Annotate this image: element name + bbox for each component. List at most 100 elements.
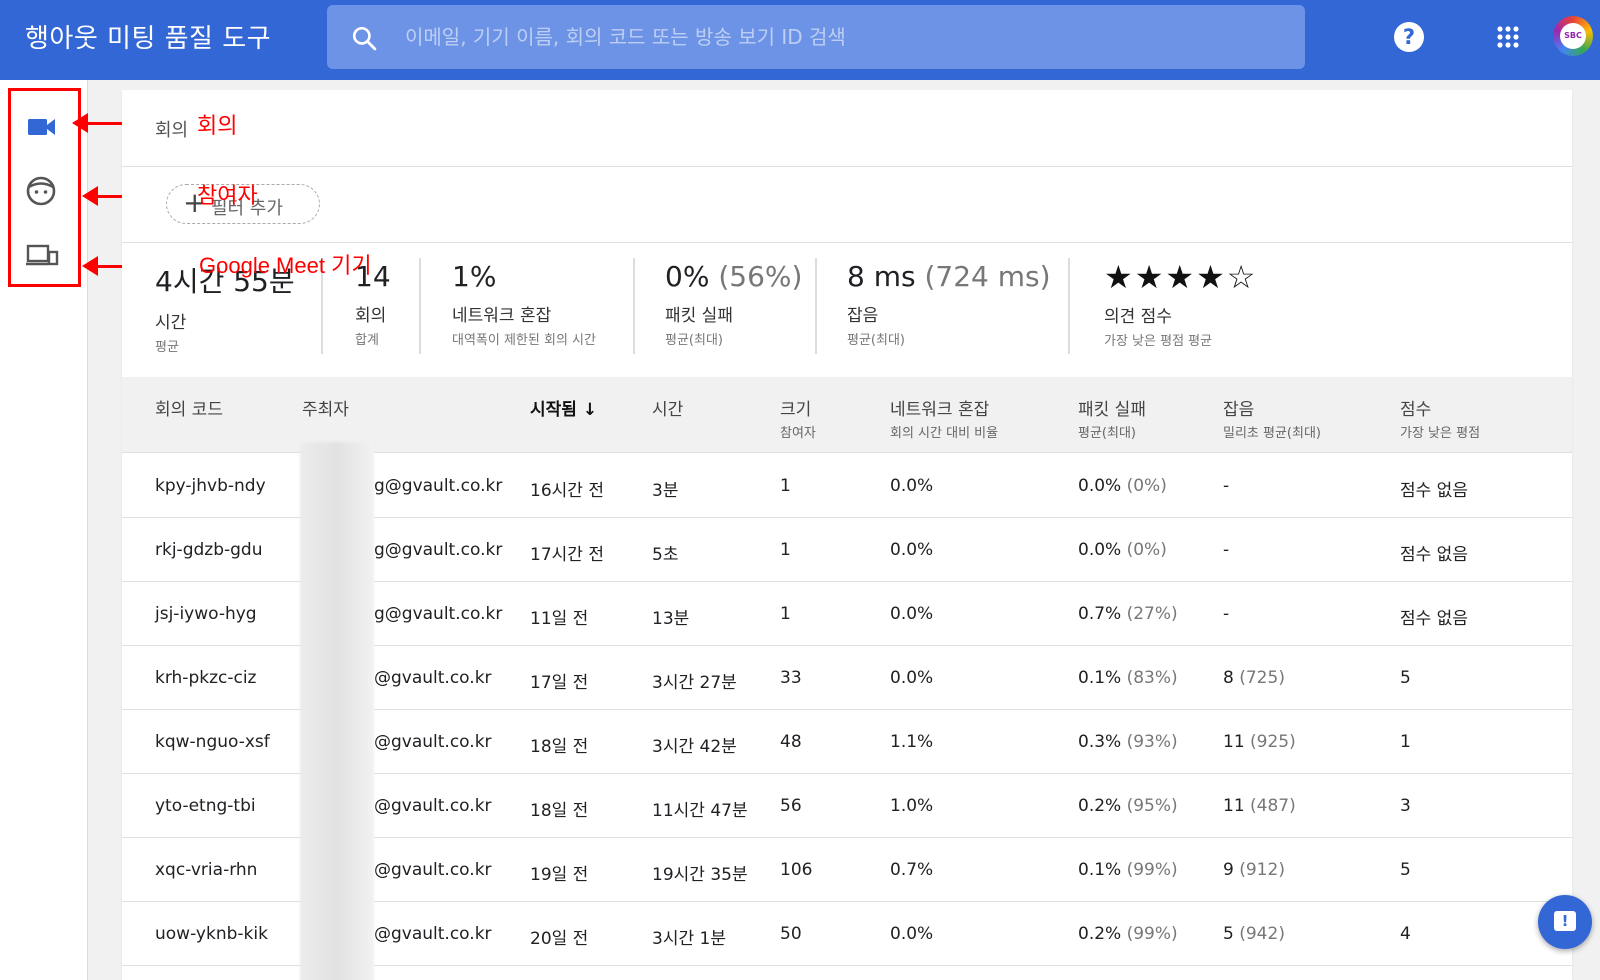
stat-packet-loss: 0% (56%) 패킷 실패 평균(최대): [665, 260, 802, 348]
cell-congestion: 0.0%: [890, 476, 933, 496]
cell-host: @gvault.co.kr: [374, 732, 492, 752]
stat-caption: 대역폭이 제한된 회의 시간: [452, 333, 596, 348]
cell-started-value: 20일 전: [530, 929, 589, 949]
cell-jitter: -: [1223, 476, 1229, 496]
cell-packet: 0.0% (0%): [1078, 476, 1167, 496]
cell-started-value: 18일 전: [530, 801, 589, 821]
cell-jitter: -: [1223, 604, 1229, 624]
cell-duration: 13분: [652, 604, 689, 629]
cell-score-value: 점수 없음: [1400, 481, 1468, 501]
avatar[interactable]: SBC: [1553, 16, 1593, 56]
feedback-button[interactable]: !: [1538, 895, 1592, 949]
stat-divider: [419, 258, 421, 354]
star-rating-icon: ★★★★☆: [1104, 258, 1258, 296]
cell-jitter: 11 (487): [1223, 796, 1296, 816]
cell-size-value: 56: [780, 796, 802, 816]
cell-congestion: 0.0%: [890, 604, 933, 624]
column-header-duration[interactable]: 시간: [652, 395, 683, 420]
cell-host-value: @gvault.co.kr: [374, 668, 492, 688]
cell-packet-value: 0.7%: [1078, 604, 1122, 624]
cell-congestion-value: 0.0%: [890, 668, 934, 688]
redacted-host-names: [300, 442, 374, 980]
cell-host-value: @gvault.co.kr: [374, 860, 492, 880]
cell-host-value: g@gvault.co.kr: [374, 476, 503, 496]
cell-code: krh-pkzc-ciz: [155, 668, 256, 688]
column-header-started[interactable]: 시작됨 ↓: [530, 395, 597, 420]
cell-score-value: 점수 없음: [1400, 609, 1468, 629]
cell-congestion-value: 0.0%: [890, 924, 934, 944]
search-icon[interactable]: [351, 25, 377, 51]
cell-packet: 0.0% (0%): [1078, 540, 1167, 560]
cell-jitter-value: 5: [1223, 924, 1234, 944]
cell-size: 48: [780, 732, 802, 752]
column-header-size[interactable]: 크기 참여자: [780, 395, 816, 441]
annotation-label-participants: 참여자: [197, 183, 258, 208]
cell-packet_max-value: (0%): [1126, 540, 1167, 560]
stat-caption: 평균(최대): [665, 333, 723, 348]
cell-code: kpy-jhvb-ndy: [155, 476, 266, 496]
cell-jitter-value: -: [1223, 476, 1230, 496]
cell-duration-value: 19시간 35분: [652, 865, 748, 885]
cell-jitter-value: 9: [1223, 860, 1234, 880]
cell-score: 1: [1400, 732, 1411, 752]
column-header-score[interactable]: 점수 가장 낮은 평점: [1400, 395, 1480, 441]
apps-grid-icon[interactable]: [1496, 25, 1520, 49]
cell-started-value: 16시간 전: [530, 481, 604, 501]
stat-value: 0%: [665, 260, 710, 293]
cell-packet_max-value: (95%): [1126, 796, 1178, 816]
annotation-label-meetings: 회의: [197, 113, 238, 138]
annotation-highlight-box: [8, 88, 81, 287]
cell-packet_max-value: (93%): [1126, 732, 1178, 752]
column-header-jitter[interactable]: 잡음 밀리초 평균(최대): [1223, 395, 1321, 441]
cell-congestion: 0.0%: [890, 924, 933, 944]
cell-score: 점수 없음: [1400, 540, 1468, 565]
cell-jitter: 8 (725): [1223, 668, 1285, 688]
cell-packet: 0.3% (93%): [1078, 732, 1178, 752]
cell-jitter: 9 (912): [1223, 860, 1285, 880]
cell-started-value: 11일 전: [530, 609, 589, 629]
cell-jitter_max-value: (725): [1239, 668, 1285, 688]
divider: [122, 166, 1572, 167]
cell-jitter_max-value: (925): [1250, 732, 1296, 752]
help-icon[interactable]: ?: [1394, 22, 1424, 52]
sort-arrow-icon[interactable]: ↓: [583, 400, 597, 420]
cell-host: g@gvault.co.kr: [374, 476, 502, 496]
stat-label: 잡음: [847, 306, 879, 326]
cell-host: @gvault.co.kr: [374, 860, 492, 880]
cell-host: @gvault.co.kr: [374, 668, 492, 688]
cell-code-value: kqw-nguo-xsf: [155, 732, 270, 752]
cell-congestion: 0.0%: [890, 668, 933, 688]
cell-packet-value: 0.1%: [1078, 668, 1122, 688]
cell-jitter-value: 11: [1223, 796, 1245, 816]
cell-jitter-value: 11: [1223, 732, 1245, 752]
cell-score-value: 3: [1400, 796, 1411, 816]
column-header-congestion[interactable]: 네트워크 혼잡 회의 시간 대비 비율: [890, 395, 998, 441]
cell-congestion: 0.0%: [890, 540, 933, 560]
cell-duration: 3시간 27분: [652, 668, 737, 693]
cell-duration: 5초: [652, 540, 678, 565]
cell-packet: 0.2% (99%): [1078, 924, 1178, 944]
search-bar[interactable]: [327, 5, 1305, 69]
stat-value: 8 ms: [847, 260, 916, 293]
cell-congestion-value: 1.1%: [890, 732, 934, 752]
cell-code-value: krh-pkzc-ciz: [155, 668, 257, 688]
cell-score: 4: [1400, 924, 1411, 944]
cell-size-value: 1: [780, 604, 791, 624]
cell-started: 17일 전: [530, 668, 588, 693]
column-header-host[interactable]: 주최자: [302, 395, 349, 420]
cell-congestion: 0.7%: [890, 860, 933, 880]
cell-packet_max-value: (99%): [1126, 860, 1178, 880]
cell-host: @gvault.co.kr: [374, 796, 492, 816]
cell-jitter: -: [1223, 540, 1229, 560]
search-input[interactable]: [405, 19, 1285, 55]
cell-congestion-value: 0.0%: [890, 604, 934, 624]
cell-size: 1: [780, 540, 791, 560]
annotation-label-devices: Google Meet 기기: [199, 253, 372, 278]
cell-packet_max-value: (0%): [1126, 476, 1167, 496]
top-app-bar: 행아웃 미팅 품질 도구 ? SBC: [0, 0, 1600, 80]
column-header-code[interactable]: 회의 코드: [155, 395, 223, 420]
cell-size: 50: [780, 924, 802, 944]
cell-duration-value: 11시간 47분: [652, 801, 748, 821]
column-header-packet-loss[interactable]: 패킷 실패 평균(최대): [1078, 395, 1146, 441]
cell-jitter_max-value: (942): [1239, 924, 1285, 944]
